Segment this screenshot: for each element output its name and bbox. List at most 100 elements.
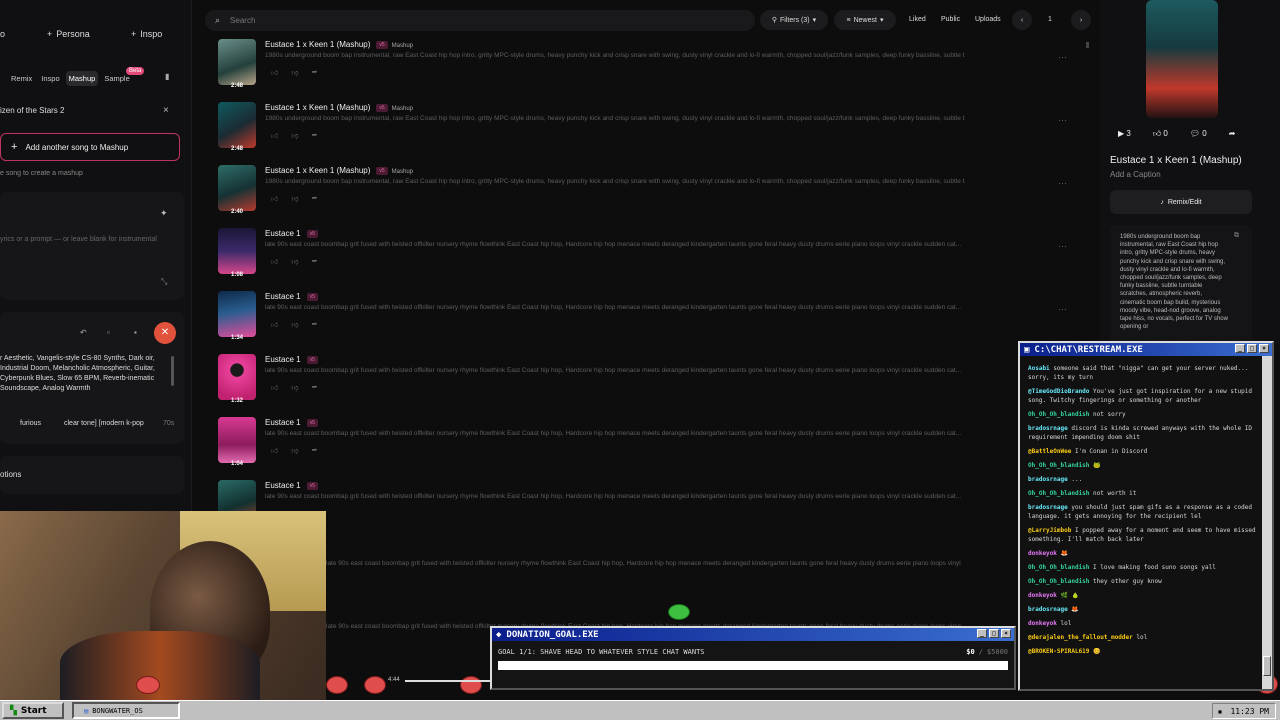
song-row[interactable]: 2:48 Eustace 1 x Keen 1 (Mashup) v5 Mashup… [218,102,1078,154]
chat-username[interactable]: donkeyok [1028,592,1057,599]
share-icon[interactable]: ➦ [311,131,317,140]
search-bar[interactable]: ⌕ Search [205,10,755,31]
thumbs-down-icon[interactable]: 👎︎ [291,68,298,77]
song-cover[interactable] [218,228,256,274]
trash-icon[interactable]: ▪ [134,328,137,337]
share-icon[interactable]: ➦ [311,194,317,203]
chat-username[interactable]: Oh_Oh_Oh_blandish [1028,462,1089,469]
next-page-button[interactable]: › [1071,10,1091,30]
play-count[interactable]: ▶ 3 [1118,129,1131,139]
song-cover[interactable] [218,102,256,148]
chat-username[interactable]: Oh_Oh_Oh_blandish [1028,411,1089,418]
song-row[interactable]: 1:34 Eustace 1 v5 late 90s east coast boo… [218,291,1078,343]
more-options-icon[interactable]: ··· [1058,178,1067,188]
more-options-icon[interactable]: ··· [1058,115,1067,125]
song-cover-large[interactable] [1146,0,1218,118]
more-options-icon[interactable]: ··· [1058,304,1067,314]
minimize-button[interactable]: _ [1235,344,1245,353]
style-tag[interactable]: 70s [163,420,174,427]
song-cover[interactable] [218,354,256,400]
song-title[interactable]: Eustace 1 v5 [265,229,318,238]
list-scrollbar[interactable] [1086,42,1089,48]
song-cover[interactable] [218,39,256,85]
style-tag[interactable]: furious [20,420,41,427]
thumbs-up-icon[interactable]: 👍︎ [271,383,278,392]
sort-button[interactable]: ≡ Newest ▾ [834,10,896,30]
tray-icon[interactable]: ▪ [1218,707,1223,716]
thumbs-down-icon[interactable]: 👎︎ [291,383,298,392]
styles-input[interactable]: r Aesthetic, Vangelis-style CS-80 Synths… [0,354,160,394]
chat-username[interactable]: Oh_Oh_Oh_blandish [1028,490,1089,497]
thumbs-down-icon[interactable]: 👎︎ [291,194,298,203]
chat-username[interactable]: @LarryJimbob [1028,527,1071,534]
chat-username[interactable]: bradosrnage [1028,425,1068,432]
comment-count[interactable]: 💬︎ 0 [1190,129,1207,139]
remix-edit-button[interactable]: ♪ Remix/Edit [1110,190,1252,214]
share-icon[interactable]: ➦ [1229,129,1236,139]
chat-scrollbar[interactable] [1262,356,1272,689]
share-icon[interactable]: ➦ [311,257,317,266]
song-cover[interactable] [218,165,256,211]
share-icon[interactable]: ➦ [311,68,317,77]
thumbs-down-icon[interactable]: 👎︎ [291,320,298,329]
more-options-icon[interactable]: ··· [1058,241,1067,251]
thumbs-up-icon[interactable]: 👍︎ [271,257,278,266]
chat-username[interactable]: donkeyok [1028,550,1057,557]
filters-button[interactable]: ⚲ Filters (3) ▾ [760,10,828,30]
chat-username[interactable]: @TimeGodDioBrando [1028,388,1089,395]
more-options-icon[interactable]: ··· [1058,52,1067,62]
chat-username[interactable]: bradosrnage [1028,476,1068,483]
inspo-button[interactable]: + Inspo [131,29,162,39]
chat-scroll-thumb[interactable] [1263,656,1271,676]
expand-icon[interactable]: ⤡ [161,277,167,287]
thumbs-up-icon[interactable]: 👍︎ [271,68,278,77]
undo-icon[interactable]: ↶ [80,328,87,337]
chat-username[interactable]: bradosrnage [1028,606,1068,613]
song-title[interactable]: Eustace 1 v5 [265,418,318,427]
song-title[interactable]: Eustace 1 x Keen 1 (Mashup) v5 Mashup [265,40,413,49]
add-song-button[interactable]: + Add another song to Mashup [0,133,180,161]
chat-username[interactable]: Aosabi [1028,365,1050,372]
song-row[interactable]: 2:40 Eustace 1 x Keen 1 (Mashup) v5 Mashup… [218,165,1078,217]
public-filter[interactable]: Public [941,16,960,23]
close-button[interactable]: × [1259,344,1269,353]
song-title[interactable]: Eustace 1 x Keen 1 (Mashup) v5 Mashup [265,166,413,175]
add-caption[interactable]: Add a Caption [1110,170,1161,179]
uploads-filter[interactable]: Uploads [975,16,1001,23]
close-button[interactable]: × [1001,629,1011,638]
player-progress-bar[interactable] [405,680,490,682]
prev-page-button[interactable]: ‹ [1012,10,1032,30]
chat-username[interactable]: donkeyok [1028,620,1057,627]
style-tag[interactable]: clear tone] [modern k-pop [64,420,144,427]
share-icon[interactable]: ➦ [311,446,317,455]
thumbs-down-icon[interactable]: 👎︎ [291,257,298,266]
song-row[interactable]: 1:08 Eustace 1 v5 late 90s east coast boo… [218,228,1078,280]
song-row[interactable]: 1:32 Eustace 1 v5 late 90s east coast boo… [218,354,1078,406]
like-count[interactable]: 👍︎ 0 [1153,129,1168,139]
thumbs-up-icon[interactable]: 👍︎ [271,194,278,203]
persona-button[interactable]: + Persona [47,29,90,39]
thumbs-up-icon[interactable]: 👍︎ [271,131,278,140]
maximize-button[interactable]: □ [1247,344,1257,353]
thumbs-up-icon[interactable]: 👍︎ [271,446,278,455]
song-cover[interactable] [218,291,256,337]
song-row[interactable]: 2:48 Eustace 1 x Keen 1 (Mashup) v5 Mashup… [218,39,1078,91]
options-card[interactable]: otions [0,456,184,494]
taskbar-app-bongwater[interactable]: ▤ BONGWATER_OS [72,702,180,719]
minimize-button[interactable]: _ [977,629,987,638]
lyrics-input[interactable]: yrics or a prompt — or leave blank for i… [0,236,157,243]
share-icon[interactable]: ➦ [311,383,317,392]
copy-icon[interactable]: ▫ [107,328,110,337]
song-row[interactable]: 1:04 Eustace 1 v5 late 90s east coast boo… [218,417,1078,469]
liked-filter[interactable]: Liked [909,16,926,23]
start-button[interactable]: ▚ Start [2,702,64,719]
chat-username[interactable]: @BROKEN-SPIRAL619 [1028,648,1089,655]
trash-icon[interactable]: ▮ [165,72,169,81]
magic-wand-icon[interactable]: ✦ [160,208,168,219]
song-row[interactable]: Eustace 1 v5 late 90s east coast boombap … [218,480,1078,532]
song-cover[interactable] [218,417,256,463]
search-input[interactable]: Search [230,16,255,25]
chat-username[interactable]: bradosrnage [1028,504,1068,511]
chat-username[interactable]: Oh_Oh_Oh_blandish [1028,564,1089,571]
tab-mashup[interactable]: Mashup [65,71,99,86]
